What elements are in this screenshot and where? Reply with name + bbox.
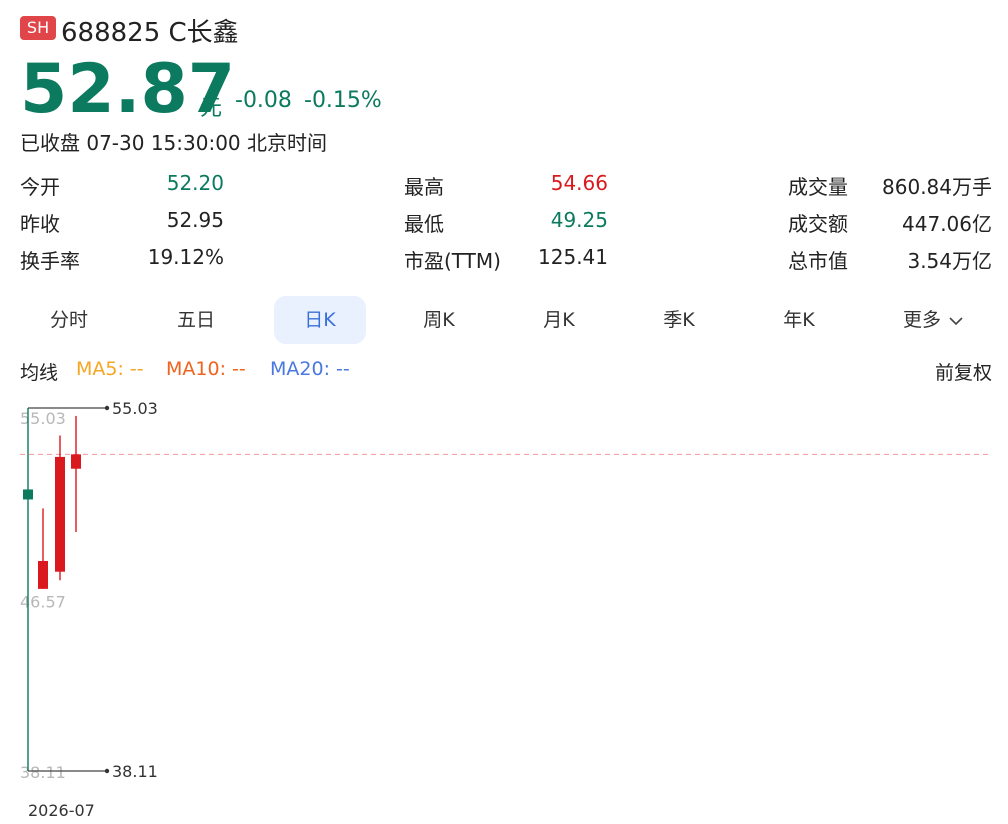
candle-body xyxy=(71,454,81,469)
candle-body xyxy=(55,456,65,572)
stat-label-pe: 市盈(TTM) xyxy=(404,249,501,273)
y-tick-label: 46.57 xyxy=(20,593,66,612)
min-price-label: 38.11 xyxy=(112,762,158,781)
tab-monthly-k[interactable]: 月K xyxy=(513,296,605,344)
min-marker-dot xyxy=(104,768,110,774)
stat-label-volume: 成交量 xyxy=(788,175,848,199)
tab-five-day[interactable]: 五日 xyxy=(150,296,242,344)
stat-label-open: 今开 xyxy=(20,175,60,199)
ma20-value: MA20: -- xyxy=(270,358,350,380)
max-marker-dot xyxy=(104,405,110,411)
price-change-pct: -0.15% xyxy=(304,88,382,113)
tab-quarterly-k[interactable]: 季K xyxy=(633,296,725,344)
ma10-value: MA10: -- xyxy=(166,358,246,380)
adjust-mode-button[interactable]: 前复权 xyxy=(935,358,992,385)
tab-more[interactable]: 更多 xyxy=(878,296,988,344)
stat-value-market-cap: 3.54万亿 xyxy=(907,249,992,273)
tab-intraday[interactable]: 分时 xyxy=(23,296,115,344)
max-price-label: 55.03 xyxy=(112,399,158,418)
chevron-down-icon xyxy=(949,316,963,325)
stat-value-turnover: 19.12% xyxy=(147,245,224,269)
stat-label-low: 最低 xyxy=(404,212,444,236)
stat-label-high: 最高 xyxy=(404,175,444,199)
stat-value-volume: 860.84万手 xyxy=(882,175,992,199)
kline-chart: 55.03 46.57 38.11 55.03 38.11 2026-07 xyxy=(20,399,992,820)
ma-label: 均线 xyxy=(20,362,59,384)
stat-value-amount: 447.06亿 xyxy=(902,212,992,236)
market-status: 已收盘 07-30 15:30:00 北京时间 xyxy=(20,131,328,155)
y-tick-label: 38.11 xyxy=(20,763,66,782)
candle-body xyxy=(38,560,48,589)
stat-value-high: 54.66 xyxy=(550,171,608,195)
y-tick-label: 55.03 xyxy=(20,409,66,428)
stat-label-amount: 成交额 xyxy=(788,212,848,236)
stat-label-turnover: 换手率 xyxy=(20,249,80,273)
price-change: -0.08 xyxy=(235,88,292,113)
stock-title: 688825 C长鑫 xyxy=(61,18,239,48)
exchange-badge: SH xyxy=(20,16,56,40)
x-tick-label: 2026-07 xyxy=(28,801,95,820)
tab-weekly-k[interactable]: 周K xyxy=(393,296,485,344)
stat-value-open: 52.20 xyxy=(166,171,224,195)
stat-label-prev-close: 昨收 xyxy=(20,212,60,236)
price-unit: 元 xyxy=(200,96,223,121)
stat-value-pe: 125.41 xyxy=(538,245,608,269)
candle-body xyxy=(23,489,33,500)
tab-daily-k[interactable]: 日K xyxy=(274,296,366,344)
tab-more-label: 更多 xyxy=(902,309,941,331)
stat-value-prev-close: 52.95 xyxy=(166,208,224,232)
tab-yearly-k[interactable]: 年K xyxy=(753,296,845,344)
stat-label-market-cap: 总市值 xyxy=(788,249,848,273)
stat-value-low: 49.25 xyxy=(550,208,608,232)
ma5-value: MA5: -- xyxy=(76,358,144,380)
